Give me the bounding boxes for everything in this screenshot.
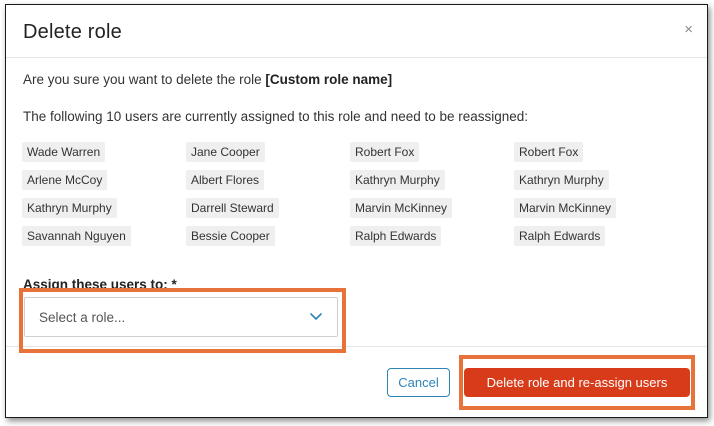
confirm-prefix: Are you sure you want to delete the role — [23, 72, 266, 87]
user-chip: Robert Fox — [350, 142, 420, 162]
user-chip: Wade Warren — [22, 142, 106, 162]
delete-role-dialog: Delete role × Are you sure you want to d… — [5, 4, 708, 418]
assigned-users-list: Wade Warren Jane Cooper Robert Fox Rober… — [22, 142, 662, 254]
user-chip: Kathryn Murphy — [350, 170, 445, 190]
close-icon[interactable]: × — [684, 22, 693, 37]
confirm-message: Are you sure you want to delete the role… — [23, 72, 392, 87]
user-chip: Robert Fox — [514, 142, 584, 162]
role-name: [Custom role name] — [265, 72, 393, 87]
user-chip: Kathryn Murphy — [514, 170, 609, 190]
cancel-button[interactable]: Cancel — [387, 368, 450, 397]
user-chip: Albert Flores — [186, 170, 265, 190]
user-chip: Savannah Nguyen — [22, 226, 131, 246]
user-chip: Marvin McKinney — [514, 198, 617, 218]
user-chip: Darrell Steward — [186, 198, 279, 218]
user-chip: Ralph Edwards — [514, 226, 606, 246]
user-chip: Marvin McKinney — [350, 198, 453, 218]
user-chip: Bessie Cooper — [186, 226, 275, 246]
user-chip: Jane Cooper — [186, 142, 265, 162]
select-highlight-box — [19, 288, 346, 353]
header-divider — [6, 57, 707, 58]
users-message: The following 10 users are currently ass… — [23, 109, 529, 124]
dialog-title: Delete role — [23, 21, 122, 43]
user-chip: Arlene McCoy — [22, 170, 108, 190]
delete-highlight-box — [459, 355, 695, 410]
user-chip: Kathryn Murphy — [22, 198, 117, 218]
user-chip: Ralph Edwards — [350, 226, 442, 246]
